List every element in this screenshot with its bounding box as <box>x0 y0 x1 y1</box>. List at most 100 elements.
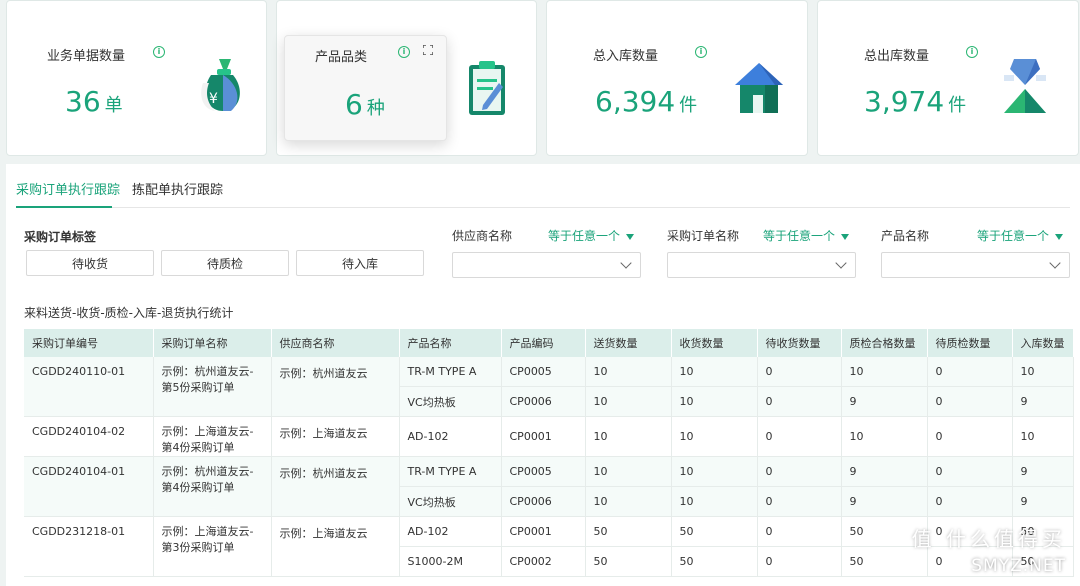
column-header[interactable]: 采购订单名称 <box>153 329 272 357</box>
column-header[interactable]: 待质检数量 <box>927 329 1013 357</box>
money-bag-icon: ¥ <box>201 59 240 111</box>
column-header[interactable]: 产品编码 <box>501 329 586 357</box>
table-cell: 10 <box>671 416 758 457</box>
info-icon[interactable]: i <box>695 46 707 58</box>
table-cell: 9 <box>841 456 928 487</box>
table-cell: 0 <box>757 516 842 547</box>
tag-filter-label: 采购订单标签 <box>24 230 97 244</box>
chevron-down-icon <box>835 257 847 269</box>
supplier-select[interactable] <box>452 252 641 278</box>
order-name-operator-dropdown[interactable]: 等于任意一个 <box>763 227 850 244</box>
column-header[interactable]: 送货数量 <box>585 329 672 357</box>
column-header[interactable]: 待收货数量 <box>757 329 842 357</box>
tag-button-pending-inspection[interactable]: 待质检 <box>161 250 289 276</box>
table-cell: 0 <box>927 486 1013 517</box>
table-cell: 9 <box>1012 386 1074 417</box>
active-tab-indicator <box>16 206 112 208</box>
table-cell: 10 <box>585 456 672 487</box>
operator-label: 等于任意一个 <box>977 229 1050 243</box>
table-cell: 10 <box>671 386 758 417</box>
column-header[interactable]: 供应商名称 <box>271 329 400 357</box>
supplier-cell: 示例：上海道友云 <box>271 416 400 457</box>
stat-value: 3,974 件 <box>864 85 966 118</box>
table-cell: 10 <box>585 416 672 457</box>
supplier-cell: 示例：杭州道友云 <box>271 357 400 417</box>
stat-number: 6 <box>345 88 363 121</box>
order-name-cell: 示例：杭州道友云-第5份采购订单 <box>153 357 272 417</box>
table-cell: CP0001 <box>501 416 586 457</box>
table-cell: 0 <box>757 357 842 387</box>
table-cell: 10 <box>841 357 928 387</box>
order-name-filter-label: 采购订单名称 <box>667 229 740 243</box>
clipboard-icon <box>469 61 505 115</box>
order-number-cell: CGDD240104-01 <box>24 456 154 517</box>
supplier-cell: 示例：杭州道友云 <box>271 456 400 517</box>
column-header[interactable]: 产品名称 <box>399 329 502 357</box>
crystal-pyramid-icon <box>1004 59 1046 113</box>
table-cell: 10 <box>841 416 928 457</box>
svg-text:¥: ¥ <box>209 91 218 107</box>
table-row[interactable]: CGDD240104-02 示例：上海道友云-第4份采购订单 示例：上海道友云 AD-… <box>24 416 1074 457</box>
table-cell: 9 <box>1012 486 1074 517</box>
column-header[interactable]: 收货数量 <box>671 329 758 357</box>
table-cell: CP0001 <box>501 516 586 547</box>
table-cell: 0 <box>927 416 1013 457</box>
table-cell: VC均热板 <box>399 386 502 417</box>
table-cell: 9 <box>1012 456 1074 487</box>
tag-button-pending-receipt[interactable]: 待收货 <box>26 250 154 276</box>
table-cell: 50 <box>671 516 758 547</box>
table-row[interactable]: CGDD240104-01 示例：杭州道友云-第4份采购订单 示例：杭州道友云 TR-… <box>24 456 1074 517</box>
stat-value: 36 单 <box>65 85 123 118</box>
table-cell: 50 <box>585 516 672 547</box>
order-name-cell: 示例：杭州道友云-第4份采购订单 <box>153 456 272 517</box>
expand-icon[interactable] <box>423 45 433 55</box>
tag-button-pending-storage[interactable]: 待入库 <box>296 250 424 276</box>
table-cell: 9 <box>841 386 928 417</box>
table-cell: 50 <box>671 546 758 577</box>
product-name-select[interactable] <box>881 252 1070 278</box>
stat-card-categories-hover[interactable]: 产品品类 i 6种 <box>284 35 447 141</box>
table-cell: 0 <box>757 486 842 517</box>
table-cell: S1000-2M <box>399 546 502 577</box>
table-cell: VC均热板 <box>399 486 502 517</box>
info-icon[interactable]: i <box>153 46 165 58</box>
caret-down-icon <box>841 233 850 240</box>
tab-picking-order-tracking[interactable]: 拣配单执行跟踪 <box>132 179 223 198</box>
info-icon[interactable]: i <box>398 46 410 58</box>
stat-unit: 种 <box>366 98 385 119</box>
table-cell: 0 <box>927 386 1013 417</box>
table-cell: 50 <box>585 546 672 577</box>
product-name-filter-label: 产品名称 <box>881 229 930 243</box>
table-cell: 0 <box>757 386 842 417</box>
table-cell: 10 <box>671 357 758 387</box>
table-cell: AD-102 <box>399 416 502 457</box>
table-cell: 0 <box>757 456 842 487</box>
table-cell: CP0006 <box>501 486 586 517</box>
order-name-cell: 示例：上海道友云-第3份采购订单 <box>153 516 272 577</box>
tab-purchase-order-tracking[interactable]: 采购订单执行跟踪 <box>16 179 120 198</box>
stat-title: 总出库数量 <box>864 49 930 64</box>
table-cell: CP0006 <box>501 386 586 417</box>
table-cell: 10 <box>1012 357 1074 387</box>
stat-card-documents: 业务单据数量 i 36 单 ¥ <box>6 0 267 156</box>
column-header[interactable]: 质检合格数量 <box>841 329 928 357</box>
order-name-cell: 示例：上海道友云-第4份采购订单 <box>153 416 272 457</box>
stat-number: 36 <box>65 85 101 118</box>
table-cell: 10 <box>671 456 758 487</box>
column-header[interactable]: 入库数量 <box>1012 329 1074 357</box>
table-header-row: 采购订单编号 采购订单名称 供应商名称 产品名称 产品编码 送货数量 收货数量 待收货数量 质检… <box>24 329 1074 357</box>
table-cell: 10 <box>1012 416 1074 457</box>
info-icon[interactable]: i <box>966 46 978 58</box>
house-icon <box>735 63 783 113</box>
table-cell: 0 <box>757 546 842 577</box>
column-header[interactable]: 采购订单编号 <box>24 329 154 357</box>
table-cell: CP0005 <box>501 456 586 487</box>
table-cell: AD-102 <box>399 516 502 547</box>
table-cell: 10 <box>671 486 758 517</box>
table-cell: 10 <box>585 486 672 517</box>
supplier-operator-dropdown[interactable]: 等于任意一个 <box>548 227 635 244</box>
order-name-select[interactable] <box>667 252 856 278</box>
stat-title: 总入库数量 <box>593 49 659 64</box>
product-name-operator-dropdown[interactable]: 等于任意一个 <box>977 227 1064 244</box>
table-row[interactable]: CGDD240110-01 示例：杭州道友云-第5份采购订单 示例：杭州道友云 TR-… <box>24 357 1074 417</box>
